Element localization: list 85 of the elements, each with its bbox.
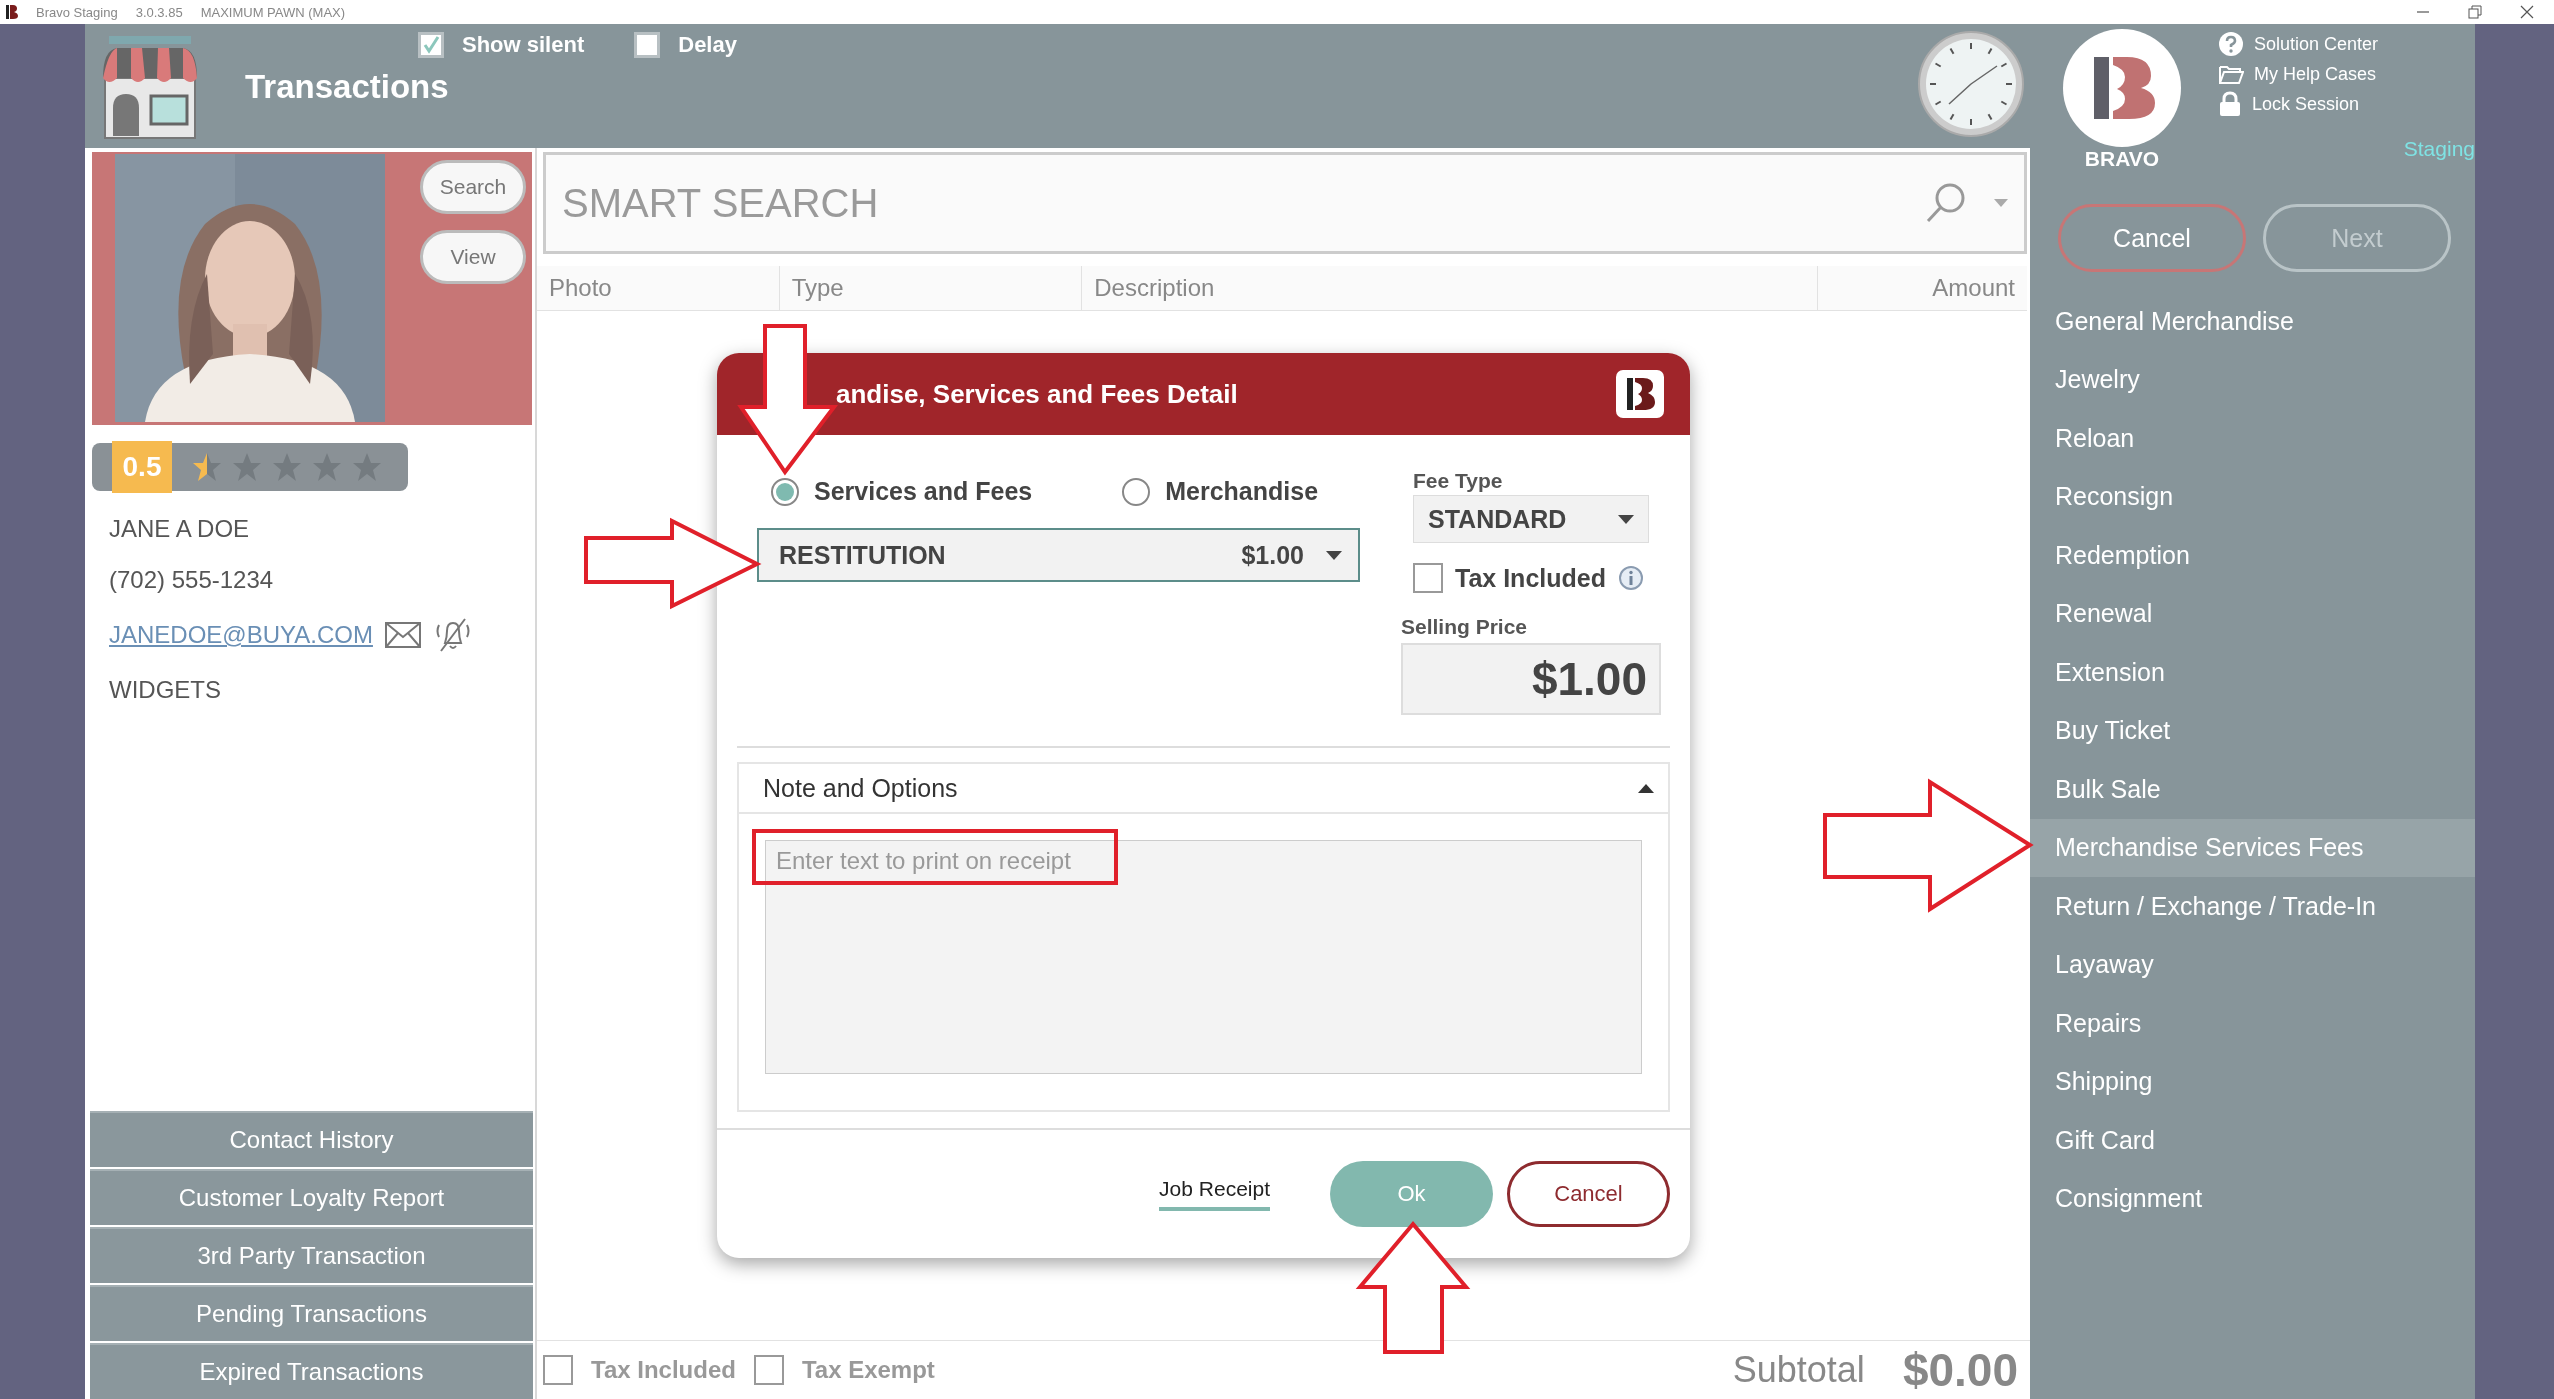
- transaction-type-item[interactable]: Redemption: [2030, 526, 2475, 585]
- store-name: MAXIMUM PAWN (MAX): [200, 4, 346, 20]
- column-header: Amount: [1931, 273, 2016, 303]
- transaction-type-item[interactable]: Reconsign: [2030, 467, 2475, 526]
- customer-action-button[interactable]: Expired Transactions: [90, 1343, 533, 1399]
- restore-icon[interactable]: [2468, 5, 2482, 19]
- column-header: Type: [779, 266, 1083, 310]
- column-header: Photo: [537, 266, 780, 310]
- cancel-button[interactable]: Cancel: [1507, 1161, 1670, 1228]
- customer-name: JANE A DOE: [109, 515, 251, 543]
- fee-type-dropdown[interactable]: STANDARD: [1413, 495, 1649, 544]
- transaction-type-item[interactable]: Extension: [2030, 643, 2475, 702]
- transaction-type-item[interactable]: Jewelry: [2030, 350, 2475, 409]
- smart-search-field[interactable]: SMART SEARCH: [543, 152, 2027, 254]
- folder-icon: [2218, 63, 2244, 85]
- dropdown-caret-icon[interactable]: [1994, 199, 2008, 207]
- caret-icon[interactable]: [1618, 514, 1634, 524]
- transaction-type-item[interactable]: Buy Ticket: [2030, 701, 2475, 760]
- option-label: Delay: [678, 32, 737, 58]
- notes-section-title: Note and Options: [763, 773, 958, 803]
- radio-option[interactable]: Services and Fees: [771, 477, 1033, 507]
- customer-action-button[interactable]: Contact History: [90, 1111, 533, 1167]
- transaction-type-item[interactable]: Return / Exchange / Trade-In: [2030, 877, 2475, 936]
- page-title: Transactions: [245, 68, 450, 106]
- star-icon: [192, 452, 222, 482]
- rating-badge: 0.5: [112, 441, 172, 493]
- fee-type-label: Fee Type: [1413, 469, 1504, 494]
- transaction-type-item[interactable]: Reloan: [2030, 409, 2475, 468]
- clock-icon: [1917, 30, 2025, 138]
- receipt-note-field[interactable]: Enter text to print on receipt: [765, 840, 1642, 1075]
- checkbox[interactable]: [543, 1355, 573, 1385]
- info-icon[interactable]: [1617, 565, 1644, 592]
- customer-action-button[interactable]: Pending Transactions: [90, 1285, 533, 1341]
- column-header: Description: [1082, 266, 1819, 310]
- option-label: Tax Exempt: [801, 1356, 935, 1384]
- help-link[interactable]: Lock Session: [2252, 93, 2360, 115]
- next-button[interactable]: Next: [2263, 204, 2451, 272]
- environment-label: Staging: [2403, 137, 2475, 161]
- brand-name: BRAVO: [2084, 147, 2160, 171]
- transaction-type-item[interactable]: Merchandise Services Fees: [2030, 818, 2475, 877]
- fee-item-dropdown[interactable]: RESTITUTION $1.00: [757, 528, 1360, 583]
- selling-price-label: Selling Price: [1401, 615, 1529, 640]
- close-icon[interactable]: [2520, 5, 2534, 19]
- customer-phone: (702) 555-1234: [109, 566, 275, 594]
- transaction-type-item[interactable]: Bulk Sale: [2030, 760, 2475, 819]
- help-icon: [2218, 31, 2244, 57]
- subtotal-value: $0.00: [1902, 1343, 2018, 1397]
- checkbox[interactable]: [1413, 563, 1443, 594]
- help-link[interactable]: My Help Cases: [2254, 63, 2377, 85]
- app-name: Bravo Staging: [36, 4, 118, 20]
- caret-icon[interactable]: [1326, 550, 1342, 560]
- cancel-button[interactable]: Cancel: [2058, 204, 2246, 272]
- help-link[interactable]: Solution Center: [2254, 33, 2379, 55]
- transaction-type-item[interactable]: Renewal: [2030, 584, 2475, 643]
- job-receipt-link[interactable]: Job Receipt: [1159, 1177, 1270, 1212]
- dialog-title: andise, Services and Fees Detail: [836, 378, 1239, 410]
- checkbox[interactable]: [634, 32, 661, 58]
- customer-company: WIDGETS: [109, 676, 222, 704]
- app-version: 3.0.3.85: [135, 4, 183, 20]
- customer-button[interactable]: Search: [420, 160, 526, 214]
- transaction-type-item[interactable]: Gift Card: [2030, 1111, 2475, 1170]
- transaction-type-item[interactable]: Layaway: [2030, 935, 2475, 994]
- checkbox[interactable]: [418, 32, 444, 58]
- transaction-type-item[interactable]: General Merchandise: [2030, 292, 2475, 351]
- collapse-caret-icon[interactable]: [1638, 783, 1654, 793]
- tax-included-label: Tax Included: [1455, 563, 1606, 593]
- radio-option[interactable]: Merchandise: [1122, 477, 1319, 507]
- option-label: Tax Included: [591, 1356, 736, 1384]
- transaction-type-item[interactable]: Consignment: [2030, 1169, 2475, 1228]
- customer-action-button[interactable]: Customer Loyalty Report: [90, 1169, 533, 1225]
- email-link[interactable]: JANEDOE@BUYA.COM: [109, 621, 373, 649]
- app-logo-icon: [6, 4, 18, 20]
- lock-icon: [2218, 91, 2242, 117]
- ok-button[interactable]: Ok: [1330, 1161, 1493, 1228]
- selling-price-field[interactable]: $1.00: [1401, 643, 1661, 716]
- subtotal-label: Subtotal: [1732, 1349, 1865, 1391]
- mail-icon[interactable]: [384, 622, 421, 648]
- customer-button[interactable]: View: [420, 230, 526, 284]
- checkbox[interactable]: [753, 1355, 784, 1385]
- bravo-logo-icon: [2063, 29, 2181, 147]
- customer-action-button[interactable]: 3rd Party Transaction: [90, 1227, 533, 1283]
- bravo-logo-icon: [1615, 369, 1665, 420]
- option-label: Show silent: [462, 32, 585, 58]
- transaction-type-item[interactable]: Shipping: [2030, 1052, 2475, 1111]
- transaction-type-item[interactable]: Repairs: [2030, 994, 2475, 1053]
